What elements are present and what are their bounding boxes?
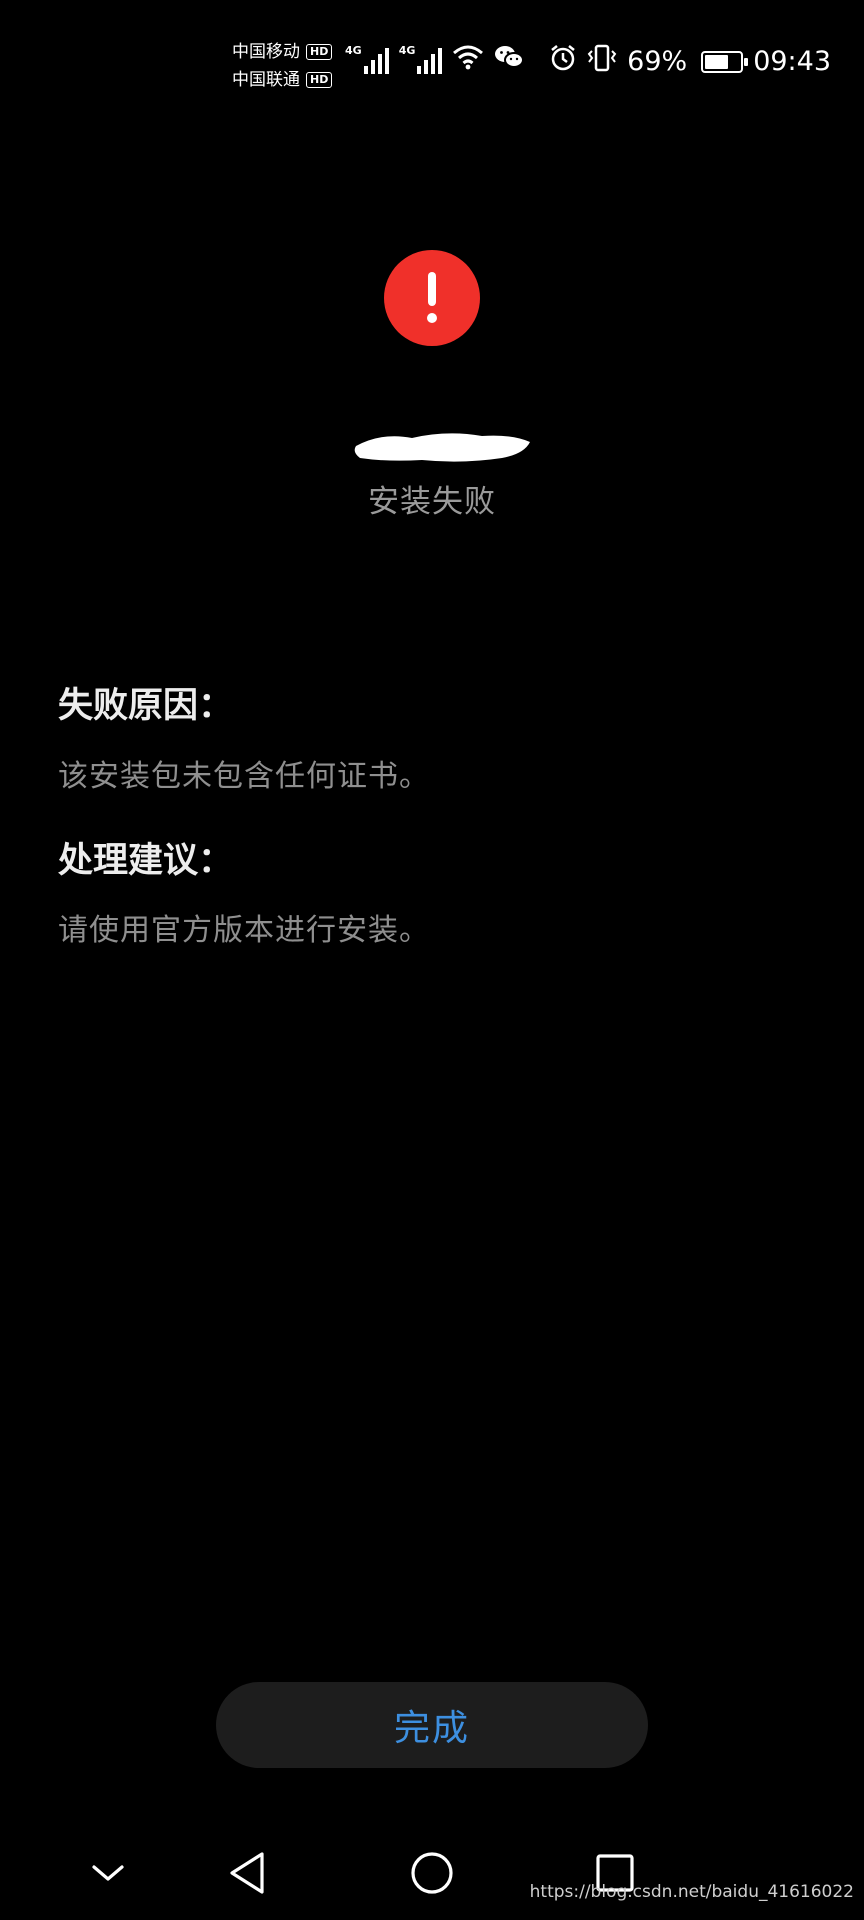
carrier-name: 中国联通	[232, 70, 300, 90]
battery-percent: 69%	[627, 46, 688, 77]
carrier-info: 中国移动 HD 中国联通 HD	[232, 38, 333, 94]
done-button[interactable]: 完成	[216, 1682, 648, 1768]
network-type-label: 4G	[345, 44, 362, 57]
redacted-app-name	[354, 433, 530, 462]
failure-reason-text: 该安装包未包含任何证书。	[58, 759, 430, 794]
signal-indicators: 4G 4G	[345, 44, 525, 74]
chevron-down-icon[interactable]	[78, 1845, 138, 1901]
battery-level	[705, 54, 729, 69]
home-icon[interactable]	[402, 1845, 462, 1901]
alert-icon	[384, 250, 480, 346]
clock: 09:43	[753, 46, 831, 77]
status-bar: 中国移动 HD 中国联通 HD 4G 4G 69% 09:43	[0, 0, 864, 110]
vibrate-icon	[587, 44, 617, 79]
wifi-icon	[452, 44, 484, 74]
wechat-icon	[494, 44, 525, 74]
carrier-row: 中国移动 HD	[232, 38, 333, 66]
signal-strength-icon: 4G	[345, 44, 389, 74]
watermark-url: https://blog.csdn.net/baidu_41616022	[529, 1882, 854, 1902]
back-icon[interactable]	[217, 1845, 277, 1901]
signal-strength-icon: 4G	[399, 44, 443, 74]
battery-icon	[701, 50, 749, 73]
system-status: 69% 09:43	[549, 44, 831, 79]
carrier-row: 中国联通 HD	[232, 66, 333, 94]
alarm-icon	[549, 44, 577, 79]
failure-reason-heading: 失败原因：	[58, 686, 234, 726]
suggestion-text: 请使用官方版本进行安装。	[58, 913, 430, 948]
carrier-name: 中国移动	[232, 42, 300, 62]
network-type-label: 4G	[398, 44, 416, 57]
install-status-text: 安装失败	[368, 484, 496, 520]
suggestion-heading: 处理建议：	[58, 841, 234, 881]
hd-badge: HD	[306, 44, 333, 60]
hd-badge: HD	[306, 72, 333, 88]
